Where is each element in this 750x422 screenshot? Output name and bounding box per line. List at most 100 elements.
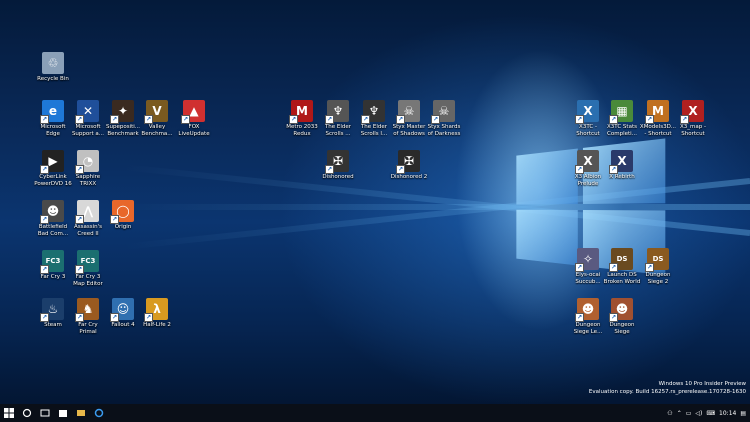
shortcut-arrow-icon: ↗ [40, 265, 49, 274]
desktop-icon[interactable]: ☻ ↗ Dungeon Siege [596, 298, 648, 336]
desktop-icon-label: Dungeon Siege [609, 322, 635, 335]
ime-icon[interactable]: ⌨ [706, 410, 715, 417]
desktop-icon-label: Sapphire TRIXX [75, 174, 101, 187]
ds-broken-icon: DS ↗ [609, 248, 633, 272]
desktop-icon-label: Dishonored 2 [390, 174, 428, 180]
shortcut-arrow-icon: ↗ [40, 313, 49, 322]
shortcut-arrow-icon: ↗ [609, 115, 618, 124]
action-center-icon[interactable]: ▤ [740, 410, 746, 417]
shortcut-arrow-icon: ↗ [40, 215, 49, 224]
battlefield-icon: ☻ ↗ [40, 200, 64, 224]
desktop-icon[interactable]: ✠ ↗ Dishonored 2 [383, 150, 435, 181]
clock[interactable]: 10:14 [719, 410, 736, 417]
assassins-creed-icon: ⋀ ↗ [75, 200, 99, 224]
people-icon[interactable]: ⚇ [667, 410, 672, 417]
shortcut-arrow-icon: ↗ [75, 265, 84, 274]
styx-icon: ☠ ↗ [396, 100, 420, 124]
desktop-icon[interactable]: λ ↗ Half-Life 2 [131, 298, 183, 329]
shortcut-arrow-icon: ↗ [609, 313, 618, 322]
shortcut-arrow-icon: ↗ [431, 115, 440, 124]
metro-icon: M ↗ [289, 100, 313, 124]
desktop-icon[interactable]: FC3 ↗ Far Cry 3 Map Editor [62, 250, 114, 288]
taskbar-store[interactable] [54, 404, 72, 422]
farcry3-icon: FC3 ↗ [40, 250, 64, 274]
cortana-icon [22, 408, 32, 418]
dishonored-icon: ✠ ↗ [325, 150, 349, 174]
edge-icon [94, 408, 104, 418]
desktop-icon-label: FOX LiveUpdate [178, 124, 210, 137]
cortana-button[interactable] [18, 404, 36, 422]
watermark-line1: Windows 10 Pro Insider Preview [658, 381, 746, 387]
desktop-icon-label: X3_map - Shortcut [680, 124, 706, 137]
windows-start-icon [4, 408, 14, 418]
farcry3-editor-icon: FC3 ↗ [75, 250, 99, 274]
shortcut-arrow-icon: ↗ [75, 165, 84, 174]
desktop-icon-label: Far Cry 3 Map Editor [73, 274, 103, 287]
shortcut-arrow-icon: ↗ [144, 115, 153, 124]
shortcut-arrow-icon: ↗ [680, 115, 689, 124]
halflife2-icon: λ ↗ [144, 298, 168, 322]
shortcut-arrow-icon: ↗ [575, 313, 584, 322]
store-icon [59, 410, 67, 417]
steam-icon: ♨ ↗ [40, 298, 64, 322]
desktop-icon[interactable]: ☠ ↗ Styx Shards of Darkness [418, 100, 470, 138]
recycle-bin-icon: ♲ [42, 52, 64, 74]
task-view-icon [40, 409, 50, 417]
desktop-icon-label: Dishonored [322, 174, 354, 180]
desktop-icon-label: Half-Life 2 [143, 322, 171, 328]
desktop-icon-label: X Rebirth [609, 174, 635, 180]
trixx-icon: ◔ ↗ [75, 150, 99, 174]
taskbar-edge[interactable] [90, 404, 108, 422]
shortcut-arrow-icon: ↗ [361, 115, 370, 124]
desktop-icon[interactable]: X ↗ X3_map - Shortcut [667, 100, 719, 138]
desktop-icon-label: Origin [114, 224, 132, 230]
shortcut-arrow-icon: ↗ [75, 313, 84, 322]
xmodels-icon: M ↗ [645, 100, 669, 124]
desktop-icon[interactable]: ✠ ↗ Dishonored [312, 150, 364, 181]
shortcut-arrow-icon: ↗ [609, 263, 618, 272]
shortcut-arrow-icon: ↗ [110, 115, 119, 124]
network-icon[interactable]: ▭ [686, 410, 692, 417]
task-view-button[interactable] [36, 404, 54, 422]
shortcut-arrow-icon: ↗ [75, 115, 84, 124]
desktop-icon[interactable]: ♲ Recycle Bin [27, 52, 79, 83]
shortcut-arrow-icon: ↗ [110, 215, 119, 224]
shortcut-arrow-icon: ↗ [110, 313, 119, 322]
folder-icon [77, 410, 85, 416]
shortcut-arrow-icon: ↗ [181, 115, 190, 124]
shortcut-arrow-icon: ↗ [40, 165, 49, 174]
support-icon: ✕ ↗ [75, 100, 99, 124]
desktop-icon-label: Dungeon Siege 2 [645, 272, 671, 285]
shortcut-arrow-icon: ↗ [645, 115, 654, 124]
shortcut-arrow-icon: ↗ [144, 313, 153, 322]
shortcut-arrow-icon: ↗ [325, 165, 334, 174]
origin-icon: ◯ ↗ [110, 200, 134, 224]
desktop-icon[interactable]: DS ↗ Dungeon Siege 2 [632, 248, 684, 286]
desktop-icon[interactable]: ▲ ↗ FOX LiveUpdate [168, 100, 220, 138]
fox-icon: ▲ ↗ [181, 100, 205, 124]
elder-scrolls-icon: ♆ ↗ [325, 100, 349, 124]
chevron-up-icon[interactable]: ⌃ [677, 410, 682, 417]
shortcut-arrow-icon: ↗ [575, 115, 584, 124]
shortcut-arrow-icon: ↗ [75, 215, 84, 224]
system-tray: ⚇ ⌃ ▭ ◁) ⌨ 10:14 ▤ [667, 404, 750, 422]
powerdvd-icon: ▶ ↗ [40, 150, 64, 174]
taskbar-explorer[interactable] [72, 404, 90, 422]
shortcut-arrow-icon: ↗ [609, 165, 618, 174]
start-button[interactable] [0, 404, 18, 422]
desktop-icon[interactable]: ◯ ↗ Origin [97, 200, 149, 231]
valley-icon: V ↗ [144, 100, 168, 124]
taskbar: ⚇ ⌃ ▭ ◁) ⌨ 10:14 ▤ [0, 404, 750, 422]
shortcut-arrow-icon: ↗ [289, 115, 298, 124]
shortcut-arrow-icon: ↗ [575, 165, 584, 174]
volume-icon[interactable]: ◁) [695, 410, 702, 417]
shortcut-arrow-icon: ↗ [396, 115, 405, 124]
shortcut-arrow-icon: ↗ [645, 263, 654, 272]
elder-scrolls-2-icon: ♆ ↗ [361, 100, 385, 124]
shortcut-arrow-icon: ↗ [575, 263, 584, 272]
shortcut-arrow-icon: ↗ [40, 115, 49, 124]
desktop-icon[interactable]: ◔ ↗ Sapphire TRIXX [62, 150, 114, 188]
shortcut-arrow-icon: ↗ [396, 165, 405, 174]
desktop-icon[interactable]: X ↗ X Rebirth [596, 150, 648, 181]
x3map-icon: X ↗ [680, 100, 704, 124]
